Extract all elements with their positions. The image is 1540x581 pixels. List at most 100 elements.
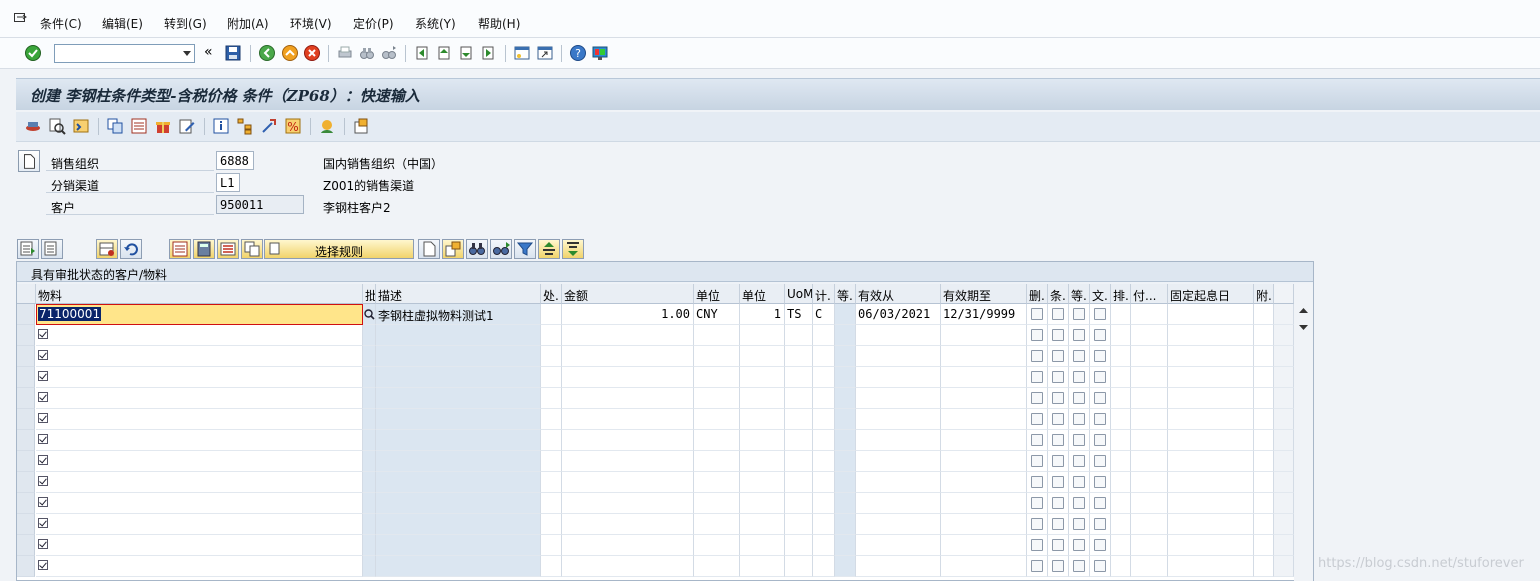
checkbox[interactable] xyxy=(1073,308,1085,320)
checkbox[interactable] xyxy=(1052,308,1064,320)
col-calc-type[interactable]: 计. xyxy=(813,284,835,304)
cell-pay[interactable] xyxy=(1131,514,1168,535)
cell-add[interactable] xyxy=(1254,346,1274,367)
cell-valid_from[interactable] xyxy=(856,346,941,367)
find-icon[interactable] xyxy=(358,44,376,62)
next-page-icon[interactable] xyxy=(457,44,475,62)
cell-scale[interactable] xyxy=(835,430,856,451)
cell-excl[interactable] xyxy=(1111,367,1131,388)
cell-c4[interactable] xyxy=(1090,325,1111,346)
checkbox[interactable] xyxy=(1094,371,1106,383)
cell-proc[interactable] xyxy=(541,556,562,577)
cell-valid_to[interactable] xyxy=(941,367,1027,388)
checkbox[interactable] xyxy=(1031,392,1043,404)
cell-currency[interactable] xyxy=(694,514,740,535)
col-amount[interactable]: 金额 xyxy=(562,284,694,304)
layout-icon[interactable] xyxy=(591,44,609,62)
cell-calc[interactable] xyxy=(813,472,835,493)
menu-environment[interactable]: 环境(V) xyxy=(290,15,332,32)
cell-c3[interactable] xyxy=(1069,535,1090,556)
cell-valid_from[interactable] xyxy=(856,535,941,556)
cell-valid_from[interactable] xyxy=(856,514,941,535)
cell-add[interactable] xyxy=(1254,451,1274,472)
cell-c3[interactable] xyxy=(1069,388,1090,409)
cell-c1[interactable] xyxy=(1027,451,1048,472)
cell-c4[interactable] xyxy=(1090,367,1111,388)
menu-extras[interactable]: 附加(A) xyxy=(227,15,269,32)
key-combination-icon[interactable] xyxy=(48,117,66,135)
cell-c4[interactable] xyxy=(1090,514,1111,535)
cell-scale[interactable] xyxy=(835,325,856,346)
cell-fixdate[interactable] xyxy=(1168,388,1254,409)
menu-condition[interactable]: 条件(C) xyxy=(40,15,82,32)
row-selector[interactable] xyxy=(17,346,35,367)
cell-proc[interactable] xyxy=(541,451,562,472)
cell-calc[interactable] xyxy=(813,388,835,409)
checkbox[interactable] xyxy=(1031,518,1043,530)
cell-amount[interactable] xyxy=(562,556,694,577)
cancel-icon[interactable] xyxy=(303,44,321,62)
cell-batch[interactable] xyxy=(363,556,376,577)
cell-description[interactable] xyxy=(376,493,541,514)
cell-material[interactable] xyxy=(36,493,363,514)
cell-batch[interactable] xyxy=(363,388,376,409)
cell-pay[interactable] xyxy=(1131,304,1168,325)
create-session-icon[interactable] xyxy=(513,44,531,62)
system-menu-icon[interactable] xyxy=(14,13,27,25)
checkbox[interactable] xyxy=(1073,560,1085,572)
cell-valid_to[interactable] xyxy=(941,472,1027,493)
document-icon[interactable] xyxy=(18,150,40,172)
save-icon[interactable] xyxy=(224,44,242,62)
cell-c2[interactable] xyxy=(1048,493,1069,514)
cell-amount[interactable] xyxy=(562,430,694,451)
cell-uom[interactable] xyxy=(785,493,813,514)
checkbox[interactable] xyxy=(1031,455,1043,467)
cell-pay[interactable] xyxy=(1131,493,1168,514)
cell-amount[interactable] xyxy=(562,472,694,493)
col-pricing-unit[interactable]: 单位 xyxy=(740,284,785,304)
cell-valid_from[interactable]: 06/03/2021 xyxy=(856,304,941,325)
cell-scale[interactable] xyxy=(835,409,856,430)
cell-proc[interactable] xyxy=(541,346,562,367)
enter-icon[interactable] xyxy=(24,44,42,62)
cell-fixdate[interactable] xyxy=(1168,367,1254,388)
cell-c3[interactable] xyxy=(1069,451,1090,472)
insert-row-button[interactable] xyxy=(442,239,464,259)
cell-c3[interactable] xyxy=(1069,409,1090,430)
cell-valid_from[interactable] xyxy=(856,430,941,451)
cell-valid_to[interactable] xyxy=(941,409,1027,430)
col-unit[interactable]: 单位 xyxy=(694,284,740,304)
checkbox[interactable] xyxy=(1052,350,1064,362)
checkbox[interactable] xyxy=(1073,392,1085,404)
cell-calc[interactable] xyxy=(813,514,835,535)
cell-amount[interactable]: 1.00 xyxy=(562,304,694,325)
col-processing[interactable]: 处. xyxy=(541,284,562,304)
find-next-button[interactable] xyxy=(490,239,512,259)
cell-per[interactable] xyxy=(740,409,785,430)
cell-currency[interactable] xyxy=(694,493,740,514)
sort-descending-button[interactable] xyxy=(562,239,584,259)
deselect-all-button[interactable] xyxy=(41,239,63,259)
cell-c1[interactable] xyxy=(1027,388,1048,409)
checkbox[interactable] xyxy=(1052,539,1064,551)
cell-per[interactable] xyxy=(740,367,785,388)
cell-excl[interactable] xyxy=(1111,325,1131,346)
cell-excl[interactable] xyxy=(1111,346,1131,367)
checkbox[interactable] xyxy=(1073,497,1085,509)
cell-material[interactable] xyxy=(36,346,363,367)
checkbox[interactable] xyxy=(1094,455,1106,467)
choose-rule-button[interactable]: 选择规则 xyxy=(264,239,414,259)
cell-c1[interactable] xyxy=(1027,514,1048,535)
cell-fixdate[interactable] xyxy=(1168,430,1254,451)
search-help-icon[interactable] xyxy=(364,309,375,320)
cell-excl[interactable] xyxy=(1111,430,1131,451)
cell-valid_to[interactable] xyxy=(941,493,1027,514)
cell-amount[interactable] xyxy=(562,325,694,346)
cell-per[interactable] xyxy=(740,451,785,472)
row-selector[interactable] xyxy=(17,493,35,514)
cell-currency[interactable] xyxy=(694,430,740,451)
cell-c3[interactable] xyxy=(1069,430,1090,451)
first-page-icon[interactable] xyxy=(413,44,431,62)
checkbox[interactable] xyxy=(1094,476,1106,488)
cell-uom[interactable] xyxy=(785,388,813,409)
